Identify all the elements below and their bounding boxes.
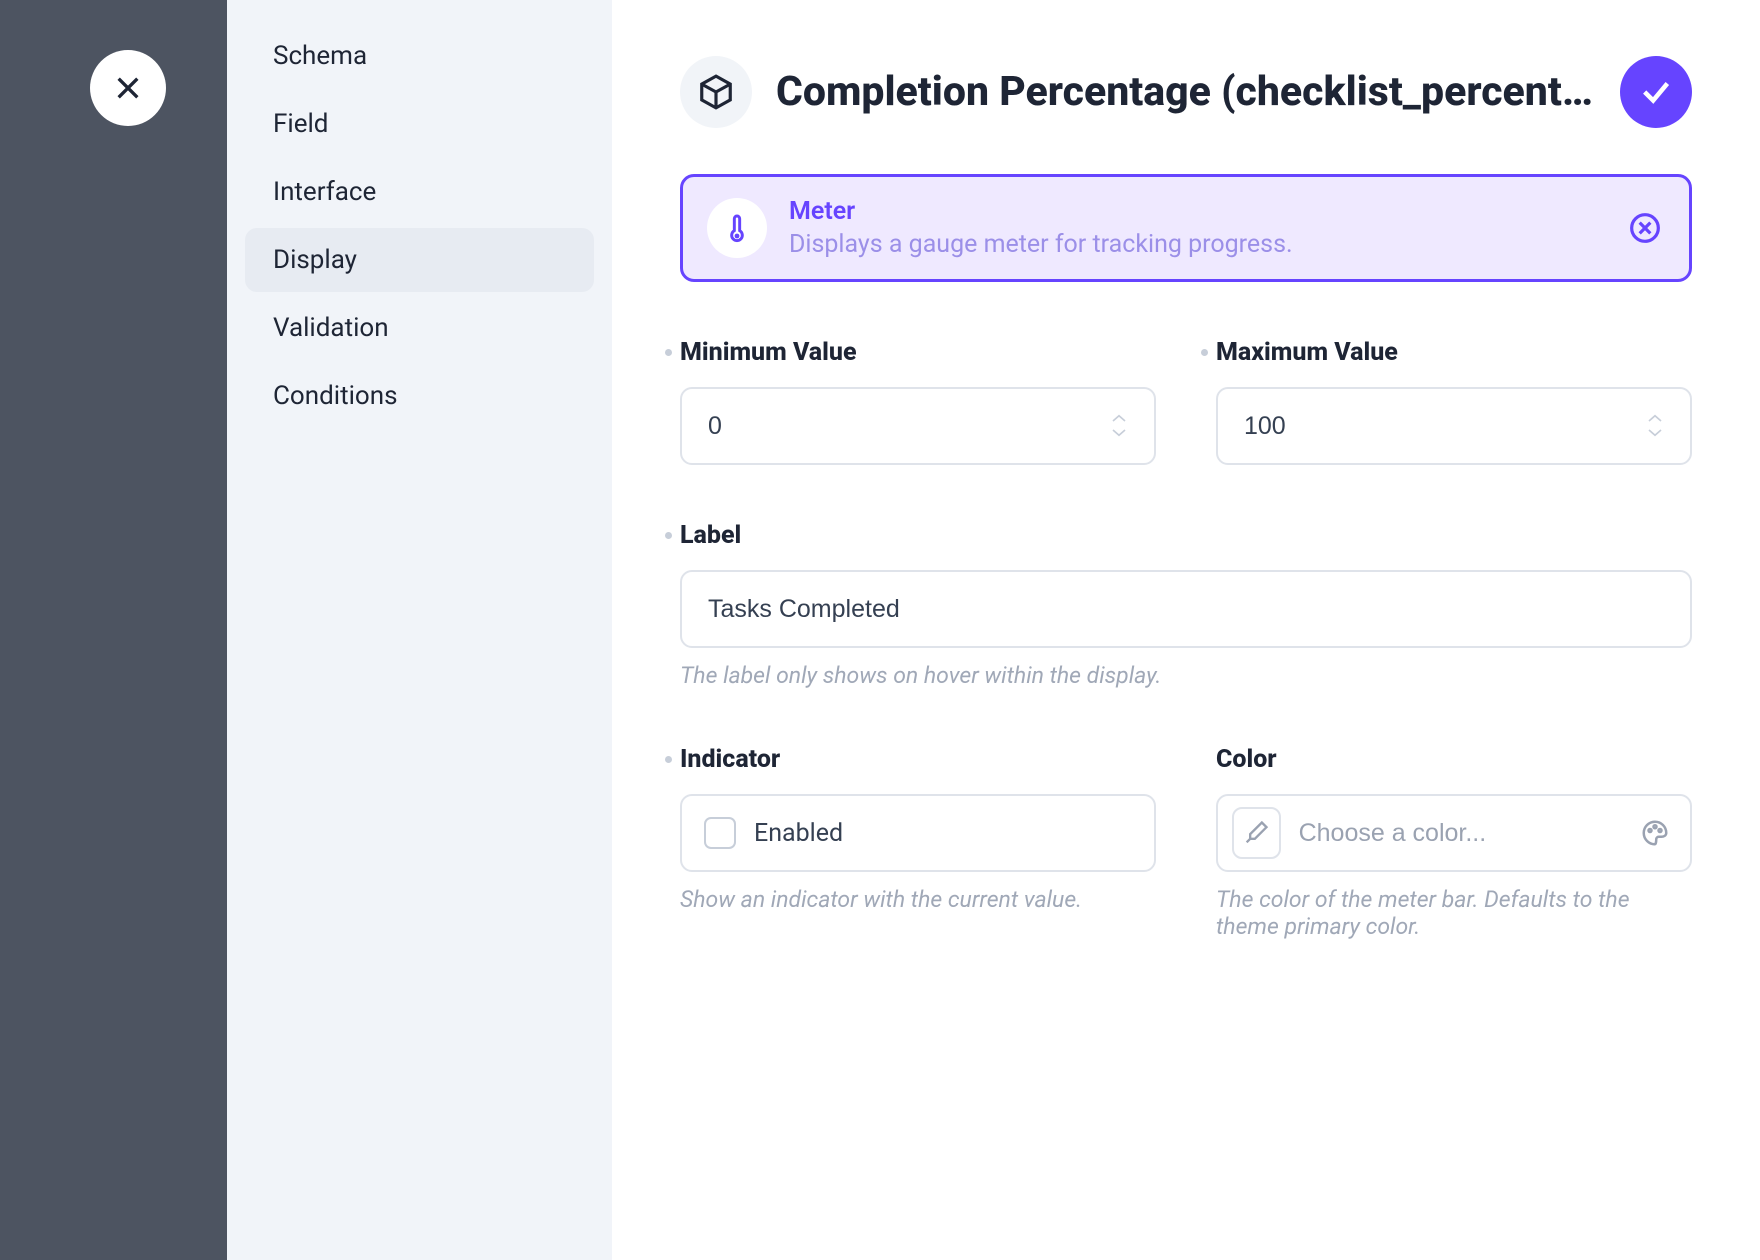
sidebar-item-interface[interactable]: Interface	[245, 160, 594, 224]
chevron-down-icon	[1646, 427, 1664, 439]
color-label: Color	[1216, 745, 1692, 774]
max-step-down[interactable]	[1646, 427, 1664, 440]
min-step-up[interactable]	[1110, 412, 1128, 425]
sidebar-item-label: Validation	[273, 313, 389, 343]
sidebar-item-schema[interactable]: Schema	[245, 24, 594, 88]
min-input-wrap	[680, 387, 1156, 465]
field-type-badge	[680, 56, 752, 128]
sidebar-item-label: Display	[273, 245, 357, 275]
circle-x-icon	[1629, 212, 1661, 244]
display-type-selector[interactable]: Meter Displays a gauge meter for trackin…	[680, 174, 1692, 282]
min-step-down[interactable]	[1110, 427, 1128, 440]
max-stepper	[1646, 412, 1664, 440]
sidebar-item-validation[interactable]: Validation	[245, 296, 594, 360]
palette-icon	[1640, 818, 1670, 848]
main-content: Completion Percentage (checklist_percent…	[612, 0, 1760, 1260]
color-picker	[1216, 794, 1692, 872]
close-icon	[112, 72, 144, 104]
label-field: Label The label only shows on hover with…	[680, 521, 1692, 689]
label-hint: The label only shows on hover within the…	[680, 662, 1692, 689]
max-input-wrap	[1216, 387, 1692, 465]
sidebar-item-conditions[interactable]: Conditions	[245, 364, 594, 428]
color-input[interactable]	[1299, 819, 1621, 848]
check-icon	[1639, 75, 1673, 109]
minimum-field: Minimum Value	[680, 338, 1156, 465]
min-input[interactable]	[708, 412, 1110, 441]
indicator-field: Indicator Enabled Show an indicator with…	[680, 745, 1156, 940]
chevron-up-icon	[1646, 412, 1664, 424]
min-stepper	[1110, 412, 1128, 440]
chevron-up-icon	[1110, 412, 1128, 424]
thermometer-icon	[721, 212, 753, 244]
save-button[interactable]	[1620, 56, 1692, 128]
label-input-wrap	[680, 570, 1692, 648]
sidebar: Schema Field Interface Display Validatio…	[227, 0, 612, 1260]
display-type-description: Displays a gauge meter for tracking prog…	[789, 230, 1603, 259]
meter-icon-wrap	[707, 198, 767, 258]
eyedropper-icon	[1242, 819, 1270, 847]
indicator-color-row: Indicator Enabled Show an indicator with…	[680, 745, 1692, 940]
color-field: Color	[1216, 745, 1692, 940]
sidebar-item-field[interactable]: Field	[245, 92, 594, 156]
label-row: Label The label only shows on hover with…	[680, 521, 1692, 689]
display-type-info: Meter Displays a gauge meter for trackin…	[789, 197, 1603, 259]
maximum-field: Maximum Value	[1216, 338, 1692, 465]
settings-drawer: Schema Field Interface Display Validatio…	[0, 0, 1760, 1260]
max-input[interactable]	[1244, 412, 1646, 441]
sidebar-item-label: Schema	[273, 41, 367, 71]
eyedropper-button[interactable]	[1232, 807, 1281, 859]
min-label: Minimum Value	[680, 338, 1156, 367]
indicator-checkbox-label: Enabled	[754, 819, 843, 848]
display-type-title: Meter	[789, 197, 1603, 226]
cube-icon	[697, 73, 735, 111]
indicator-label: Indicator	[680, 745, 1156, 774]
sidebar-item-label: Conditions	[273, 381, 398, 411]
min-max-row: Minimum Value Maximum Value	[680, 338, 1692, 465]
label-label: Label	[680, 521, 1692, 550]
sidebar-item-label: Field	[273, 109, 328, 139]
left-gutter	[0, 0, 227, 1260]
checkbox-icon	[704, 817, 736, 849]
indicator-hint: Show an indicator with the current value…	[680, 886, 1156, 913]
palette-button[interactable]	[1639, 815, 1672, 851]
chevron-down-icon	[1110, 427, 1128, 439]
max-label: Maximum Value	[1216, 338, 1692, 367]
label-input[interactable]	[708, 595, 1664, 624]
sidebar-item-label: Interface	[273, 177, 376, 207]
sidebar-item-display[interactable]: Display	[245, 228, 594, 292]
max-step-up[interactable]	[1646, 412, 1664, 425]
header: Completion Percentage (checklist_percent…	[680, 56, 1692, 128]
close-button[interactable]	[90, 50, 166, 126]
clear-display-button[interactable]	[1625, 208, 1665, 248]
page-title: Completion Percentage (checklist_percent…	[776, 68, 1596, 116]
indicator-toggle[interactable]: Enabled	[680, 794, 1156, 872]
color-hint: The color of the meter bar. Defaults to …	[1216, 886, 1692, 940]
